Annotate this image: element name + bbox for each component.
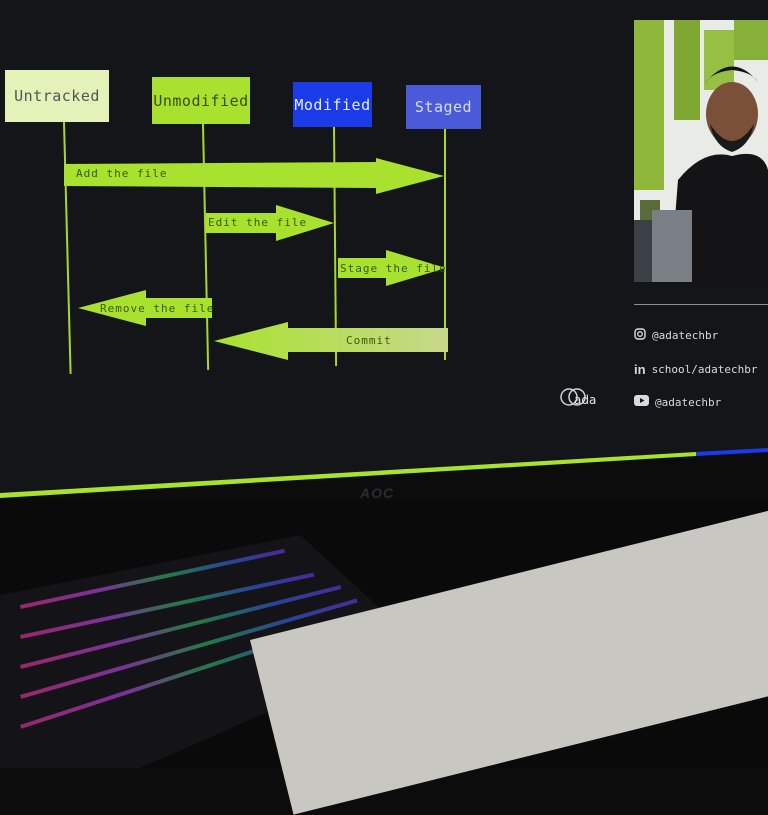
linkedin-handle: school/adatechbr (651, 363, 758, 376)
linkedin-icon: in (634, 362, 646, 377)
label-add-the-file: Add the file (76, 167, 168, 180)
label-remove-the-file: Remove the file (100, 302, 215, 315)
state-staged: Staged (406, 85, 481, 129)
label-commit: Commit (346, 334, 392, 347)
label-edit-the-file: Edit the file (208, 216, 308, 229)
ada-logo-text: ada (574, 393, 597, 407)
monitor-brand-logo: AOC (360, 485, 395, 501)
ada-logo: ada (560, 386, 596, 408)
webcam-feed (634, 20, 768, 282)
arrow-commit (214, 322, 448, 360)
state-untracked: Untracked (5, 70, 109, 122)
state-modified: Modified (293, 82, 372, 127)
instagram-handle: @adatechbr (652, 329, 719, 342)
label-stage-the-file: Stage the file (340, 262, 447, 275)
social-instagram: @adatechbr (634, 328, 718, 343)
youtube-icon (634, 395, 649, 409)
youtube-handle: @adatechbr (655, 395, 722, 409)
social-linkedin: in school/adatechbr (634, 362, 758, 377)
state-unmodified: Unmodified (152, 77, 250, 124)
sidebar-divider (634, 304, 768, 305)
social-youtube: @adatechbr (634, 395, 721, 409)
instagram-icon (634, 328, 646, 343)
